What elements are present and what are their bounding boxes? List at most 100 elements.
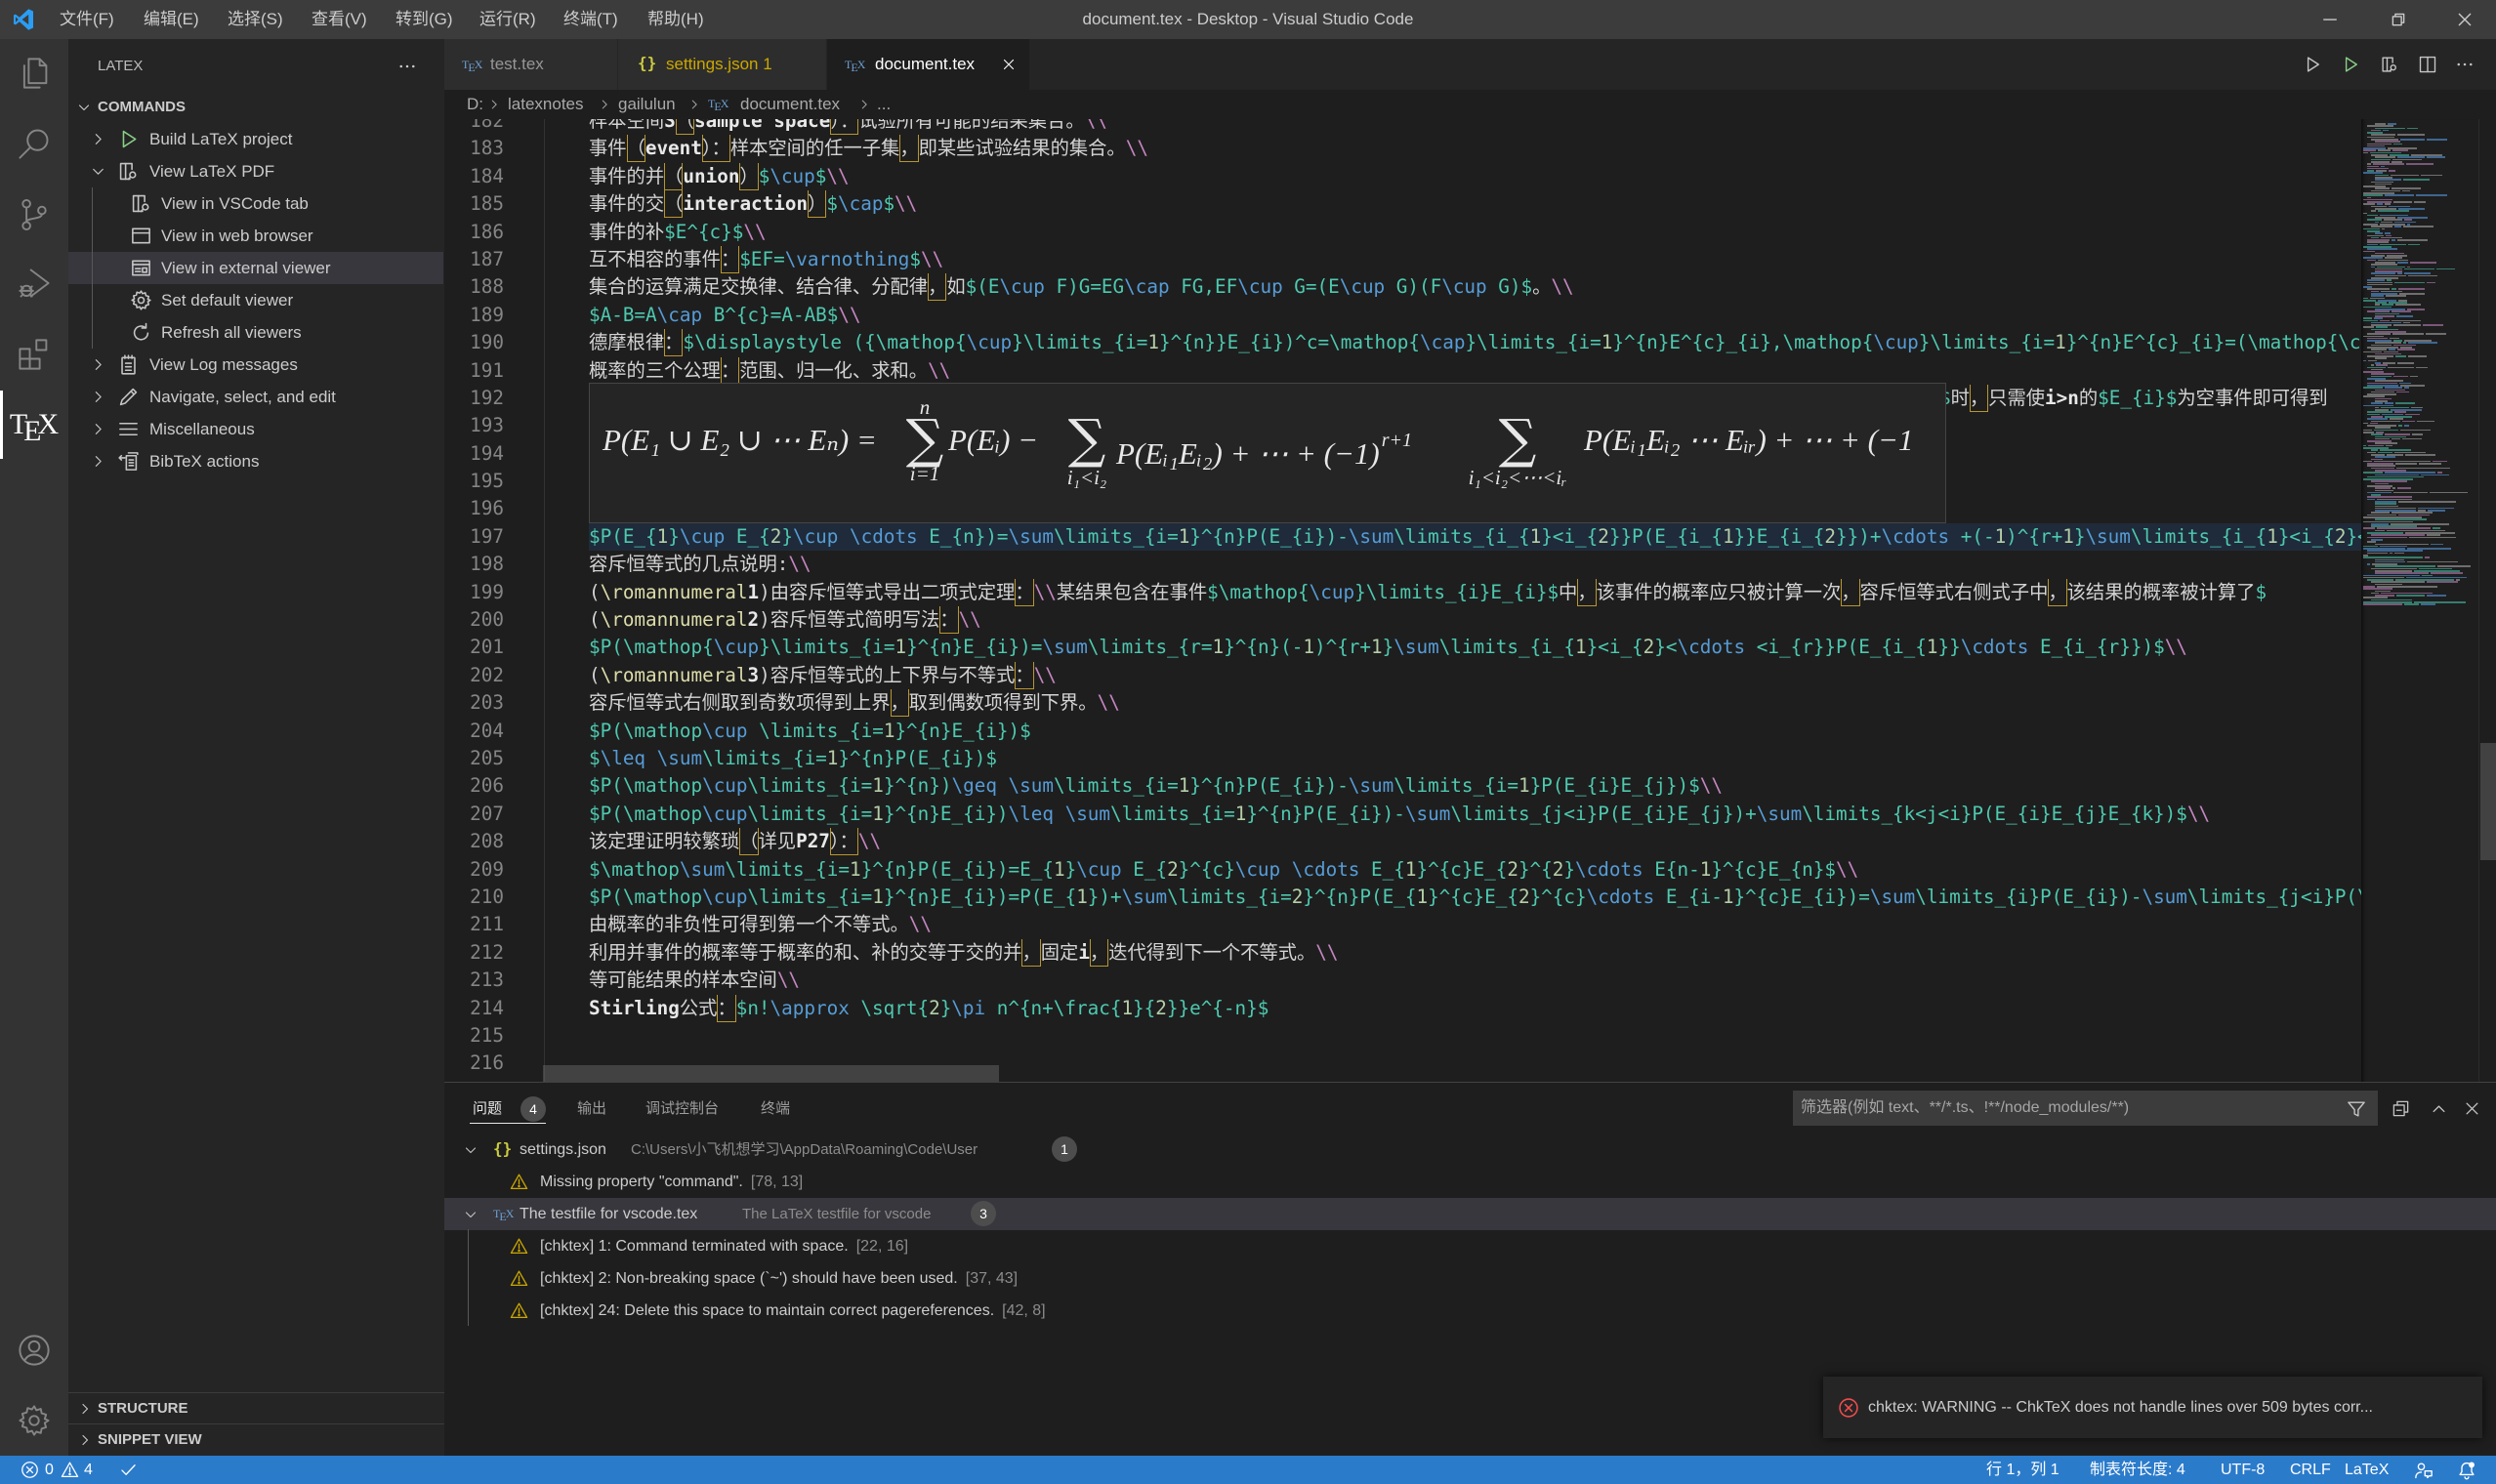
code-line[interactable]: 199 (\romannumeral1)由容斥恒等式导出二项式定理：\\某结果包含… [444, 579, 2361, 606]
code-text[interactable]: 等可能结果的样本空间\\ [589, 967, 2361, 994]
code-text[interactable]: 集合的运算满足交换律、结合律、分配律，如$(E\cup F)G=EG\cap F… [589, 273, 2361, 301]
code-text[interactable]: 互不相容的事件：$EF=\varnothing$\\ [589, 246, 2361, 273]
status-eol[interactable]: CRLF [2290, 1456, 2331, 1484]
panel-tab-problems[interactable]: 问题 [473, 1097, 502, 1121]
menu-help[interactable]: 帮助(H) [647, 0, 731, 39]
chevron-up-icon[interactable] [2430, 1099, 2448, 1118]
menu-run[interactable]: 运行(R) [479, 0, 563, 39]
breadcrumb-folder[interactable]: latexnotes [508, 90, 584, 119]
code-line[interactable]: 202 (\romannumeral3)容斥恒等式的上下界与不等式：\\ [444, 662, 2361, 689]
code-text[interactable]: 容斥恒等式的几点说明:\\ [589, 551, 2361, 578]
chevron-right-icon[interactable] [90, 421, 106, 437]
code-line[interactable]: 182 样本空间S（sample space）：试验所有可能的结果集合。\\ [444, 119, 2361, 135]
code-text[interactable]: 该定理证明较繁琐（详见P27）：\\ [589, 828, 2361, 855]
code-line[interactable]: 183 事件（event）：样本空间的任一子集，即某些试验结果的集合。\\ [444, 135, 2361, 162]
code-line[interactable]: 185 事件的交（interaction）$\cap$\\ [444, 190, 2361, 218]
code-line[interactable]: 208 该定理证明较繁琐（详见P27）：\\ [444, 828, 2361, 855]
tree-item-miscellaneous[interactable]: Miscellaneous [68, 413, 443, 445]
code-text[interactable]: 事件的并（union）$\cup$\\ [589, 163, 2361, 190]
tab-test-tex[interactable]: TEX test.tex [444, 39, 618, 90]
run-outline-icon[interactable] [2303, 55, 2322, 74]
breadcrumb-drive[interactable]: D: [467, 90, 483, 119]
code-text[interactable]: 德摩根律：$\displaystyle ({\mathop{\cup}\limi… [589, 329, 2361, 356]
problem-group-testfile[interactable]: TEX The testfile for vscode.tex The LaTe… [444, 1198, 2496, 1230]
more-actions-icon[interactable] [396, 57, 418, 76]
code-line[interactable]: 213 等可能结果的样本空间\\ [444, 967, 2361, 994]
code-text[interactable]: $P(\mathop\cup\limits_{i=1}^{n}E_{i})\le… [589, 801, 2361, 828]
chevron-right-icon[interactable] [90, 389, 106, 405]
status-cursor-position[interactable]: 行 1，列 1 [1986, 1456, 2059, 1484]
code-text[interactable]: $P(\mathop\cup\limits_{i=1}^{n}E_{i})=P(… [589, 884, 2361, 911]
code-line[interactable]: 191 概率的三个公理：范围、归一化、求和。\\ [444, 357, 2361, 385]
code-line[interactable]: 197 $P(E_{1}\cup E_{2}\cup \cdots E_{n})=… [444, 522, 2361, 552]
status-tab-size[interactable]: 制表符长度: 4 [2090, 1456, 2185, 1484]
code-line[interactable]: 212 利用并事件的概率等于概率的和、补的交等于交的并，固定i，迭代得到下一个不等… [444, 939, 2361, 967]
tab-document-tex[interactable]: TEX document.tex [827, 39, 1030, 90]
code-line[interactable]: 200 (\romannumeral2)容斥恒等式简明写法：\\ [444, 606, 2361, 634]
problem-item[interactable]: [chktex] 24: Delete this space to mainta… [444, 1295, 2496, 1327]
breadcrumb-symbol[interactable]: ... [877, 90, 891, 119]
check-icon[interactable] [119, 1461, 138, 1479]
menu-view[interactable]: 查看(V) [312, 0, 395, 39]
code-text[interactable]: $\leq \sum\limits_{i=1}^{n}P(E_{i})$ [589, 745, 2361, 772]
problem-item[interactable]: [chktex] 1: Command terminated with spac… [444, 1230, 2496, 1262]
code-line[interactable]: 203 容斥恒等式右侧取到奇数项得到上界，取到偶数项得到下界。\\ [444, 689, 2361, 717]
error-icon[interactable] [21, 1461, 39, 1479]
restore-button[interactable] [2376, 0, 2421, 39]
chevron-down-icon[interactable] [463, 1142, 478, 1158]
tree-item-refresh-all-viewers[interactable]: Refresh all viewers [68, 316, 443, 349]
status-encoding[interactable]: UTF-8 [2221, 1456, 2265, 1484]
code-text[interactable]: (\romannumeral3)容斥恒等式的上下界与不等式：\\ [589, 662, 2361, 689]
tab-settings-json[interactable]: {} settings.json 1 [618, 39, 827, 90]
code-line[interactable]: 207 $P(\mathop\cup\limits_{i=1}^{n}E_{i})… [444, 801, 2361, 828]
code-text[interactable]: (\romannumeral2)容斥恒等式简明写法：\\ [589, 606, 2361, 634]
tree-item-build-latex-project[interactable]: Build LaTeX project [68, 123, 443, 155]
tree-item-view-log-messages[interactable]: View Log messages [68, 349, 443, 381]
more-actions-icon[interactable] [2455, 55, 2475, 74]
code-text[interactable]: 利用并事件的概率等于概率的和、补的交等于交的并，固定i，迭代得到下一个不等式。\… [589, 939, 2361, 967]
code-text[interactable]: 样本空间S（sample space）：试验所有可能的结果集合。\\ [589, 119, 2361, 135]
code-text[interactable]: 事件的交（interaction）$\cap$\\ [589, 190, 2361, 218]
breadcrumb-file[interactable]: document.tex [740, 90, 840, 119]
vertical-scrollbar[interactable] [2478, 119, 2496, 1082]
activity-explorer[interactable] [0, 39, 68, 107]
tree-item-view-in-external-viewer[interactable]: View in external viewer [68, 252, 443, 284]
chevron-right-icon[interactable] [90, 131, 106, 147]
chevron-right-icon[interactable] [90, 453, 106, 470]
code-editor[interactable]: 182 样本空间S（sample space）：试验所有可能的结果集合。\\ 183… [444, 119, 2361, 1082]
code-text[interactable]: $P(\mathop\cup \limits_{i=1}^{n}E_{i})$ [589, 718, 2361, 745]
code-line[interactable]: 188 集合的运算满足交换律、结合律、分配律，如$(E\cup F)G=EG\ca… [444, 273, 2361, 301]
code-text[interactable]: $A-B=A\cap B^{c}=A-AB$\\ [589, 302, 2361, 329]
code-line[interactable]: 201 $P(\mathop{\cup}\limits_{i=1}^{n}E_{i… [444, 634, 2361, 661]
bell-icon[interactable] [2457, 1461, 2476, 1480]
code-text[interactable]: (\romannumeral1)由容斥恒等式导出二项式定理：\\某结果包含在事件… [589, 579, 2361, 606]
code-line[interactable]: 186 事件的补$E^{c}$\\ [444, 219, 2361, 246]
close-window-button[interactable] [2442, 0, 2487, 39]
menu-edit[interactable]: 编辑(E) [144, 0, 228, 39]
menu-selection[interactable]: 选择(S) [228, 0, 312, 39]
activity-source-control[interactable] [0, 181, 68, 249]
chevron-right-icon[interactable] [90, 356, 106, 373]
activity-latex[interactable]: TEX [0, 391, 68, 459]
code-line[interactable]: 209 $\mathop\sum\limits_{i=1}^{n}P(E_{i})… [444, 856, 2361, 884]
chevron-down-icon[interactable] [90, 163, 106, 180]
tree-item-view-in-vscode-tab[interactable]: View in VSCode tab [68, 187, 443, 220]
warning-icon[interactable] [61, 1461, 79, 1479]
menu-terminal[interactable]: 终端(T) [563, 0, 647, 39]
status-error-count[interactable]: 0 [45, 1456, 54, 1484]
code-line[interactable]: 214 Stirling公式：$n!\approx \sqrt{2}\pi n^{… [444, 995, 2361, 1022]
code-line[interactable]: 205 $\leq \sum\limits_{i=1}^{n}P(E_{i})$ [444, 745, 2361, 772]
horizontal-scrollbar[interactable] [444, 1065, 2361, 1082]
code-text[interactable]: 容斥恒等式右侧取到奇数项得到上界，取到偶数项得到下界。\\ [589, 689, 2361, 717]
problem-group-settings-json[interactable]: {} settings.json C:\Users\小飞机想学习\AppData… [444, 1134, 2496, 1166]
code-line[interactable]: 210 $P(\mathop\cup\limits_{i=1}^{n}E_{i})… [444, 884, 2361, 911]
problems-filter-input[interactable] [1793, 1091, 2378, 1126]
code-text[interactable]: Stirling公式：$n!\approx \sqrt{2}\pi n^{n+\… [589, 995, 2361, 1022]
code-line[interactable]: 204 $P(\mathop\cup \limits_{i=1}^{n}E_{i}… [444, 718, 2361, 745]
code-text[interactable] [589, 1022, 2361, 1050]
code-line[interactable]: 189 $A-B=A\cap B^{c}=A-AB$\\ [444, 302, 2361, 329]
chevron-down-icon[interactable] [463, 1207, 478, 1222]
activity-run-debug[interactable] [0, 249, 68, 317]
close-panel-icon[interactable] [2463, 1099, 2481, 1118]
breadcrumb-folder[interactable]: gailulun [618, 90, 676, 119]
